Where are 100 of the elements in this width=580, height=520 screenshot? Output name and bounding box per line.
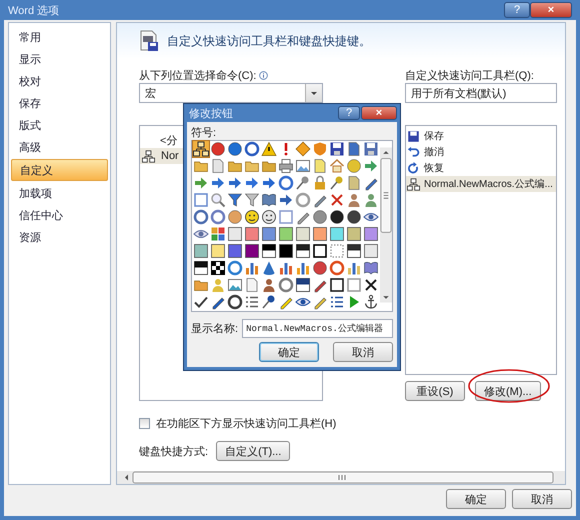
dialog-button[interactable]: 确定 bbox=[446, 489, 506, 509]
list-icon[interactable] bbox=[329, 294, 345, 310]
check-icon[interactable] bbox=[193, 294, 209, 310]
toolbar-button[interactable]: 修改(M)... bbox=[475, 381, 541, 401]
sidebar-item[interactable]: 资源 bbox=[11, 227, 108, 247]
printer-icon[interactable] bbox=[278, 158, 294, 174]
ring-icon[interactable] bbox=[193, 209, 209, 225]
anchor-icon[interactable] bbox=[363, 294, 379, 310]
circle-icon[interactable] bbox=[329, 209, 345, 225]
dotted-square-icon[interactable] bbox=[329, 243, 345, 259]
warning-icon[interactable] bbox=[261, 141, 277, 157]
command-dropdown[interactable]: 宏 bbox=[139, 83, 323, 103]
picture-icon[interactable] bbox=[295, 158, 311, 174]
bar-chart-icon[interactable] bbox=[244, 260, 260, 276]
toolbar-dropdown[interactable]: 用于所有文档(默认) bbox=[405, 83, 557, 103]
dialog-button[interactable]: 取消 bbox=[333, 342, 393, 362]
org-chart-icon[interactable] bbox=[193, 141, 209, 157]
sidebar-item[interactable]: 自定义 bbox=[11, 159, 108, 181]
swatch-icon[interactable] bbox=[244, 226, 260, 242]
person-icon[interactable] bbox=[261, 277, 277, 293]
swatch-icon[interactable] bbox=[210, 243, 226, 259]
pin-icon[interactable] bbox=[261, 294, 277, 310]
list-item[interactable]: 保存 bbox=[406, 128, 556, 144]
arrow-icon[interactable] bbox=[261, 175, 277, 191]
half-square-icon[interactable] bbox=[193, 260, 209, 276]
cone-icon[interactable] bbox=[261, 260, 277, 276]
document-icon[interactable] bbox=[346, 175, 362, 191]
display-name-field[interactable]: Normal.NewMacros.公式编辑器 bbox=[242, 319, 393, 338]
bar-chart-icon[interactable] bbox=[295, 260, 311, 276]
list-icon[interactable] bbox=[244, 294, 260, 310]
sidebar-item[interactable]: 信任中心 bbox=[11, 205, 108, 225]
lock-icon[interactable] bbox=[312, 175, 328, 191]
ring-icon[interactable] bbox=[227, 294, 243, 310]
pin-icon[interactable] bbox=[295, 175, 311, 191]
diamond-icon[interactable] bbox=[295, 141, 311, 157]
swatch-icon[interactable] bbox=[329, 226, 345, 242]
cross-icon[interactable] bbox=[363, 277, 379, 293]
swatch-icon[interactable] bbox=[295, 226, 311, 242]
list-item[interactable]: Normal.NewMacros.公式编... bbox=[406, 176, 556, 192]
list-item[interactable]: 恢复 bbox=[406, 160, 556, 176]
face-icon[interactable] bbox=[244, 209, 260, 225]
swatch-icon[interactable] bbox=[312, 226, 328, 242]
arrow-icon[interactable] bbox=[244, 175, 260, 191]
checker-icon[interactable] bbox=[210, 260, 226, 276]
sidebar-item[interactable]: 保存 bbox=[11, 93, 108, 113]
sidebar-item[interactable]: 加载项 bbox=[11, 183, 108, 203]
arrow-icon[interactable] bbox=[210, 175, 226, 191]
arrow-icon[interactable] bbox=[363, 158, 379, 174]
half-square-icon[interactable] bbox=[295, 277, 311, 293]
pin-icon[interactable] bbox=[329, 175, 345, 191]
frame-icon[interactable] bbox=[329, 277, 345, 293]
bar-chart-icon[interactable] bbox=[278, 260, 294, 276]
swatch-icon[interactable] bbox=[363, 243, 379, 259]
arrow-icon[interactable] bbox=[227, 175, 243, 191]
sidebar-item[interactable]: 显示 bbox=[11, 49, 108, 69]
circle-icon[interactable] bbox=[227, 141, 243, 157]
swatch-icon[interactable] bbox=[278, 226, 294, 242]
magnifier-icon[interactable] bbox=[210, 192, 226, 208]
checkbox[interactable] bbox=[139, 418, 150, 428]
ring-icon[interactable] bbox=[244, 141, 260, 157]
sidebar-item[interactable]: 常用 bbox=[11, 27, 108, 47]
half-square-icon[interactable] bbox=[261, 243, 277, 259]
half-square-icon[interactable] bbox=[346, 243, 362, 259]
swatch-icon[interactable] bbox=[278, 243, 294, 259]
document-icon[interactable] bbox=[346, 141, 362, 157]
frame-icon[interactable] bbox=[312, 243, 328, 259]
face-icon[interactable] bbox=[261, 209, 277, 225]
circle-icon[interactable] bbox=[312, 260, 328, 276]
swatch-icon[interactable] bbox=[227, 243, 243, 259]
circle-icon[interactable] bbox=[346, 209, 362, 225]
field-label: 键盘快捷方式: bbox=[139, 444, 208, 458]
toolbar-button[interactable]: 重设(S) bbox=[405, 381, 465, 401]
bar-chart-icon[interactable] bbox=[346, 260, 362, 276]
arrow-icon[interactable] bbox=[193, 175, 209, 191]
circle-icon[interactable] bbox=[210, 141, 226, 157]
swatch-icon[interactable] bbox=[244, 243, 260, 259]
picture-icon[interactable] bbox=[227, 277, 243, 293]
book-icon[interactable] bbox=[261, 192, 277, 208]
sidebar-item[interactable]: 高级 bbox=[11, 137, 108, 157]
swatch-icon[interactable] bbox=[227, 226, 243, 242]
funnel-icon[interactable] bbox=[227, 192, 243, 208]
checkbox-label: 在功能区下方显示快速访问工具栏(H) bbox=[156, 416, 336, 430]
swatch-icon[interactable] bbox=[261, 226, 277, 242]
arrow-icon[interactable] bbox=[278, 192, 294, 208]
book-icon[interactable] bbox=[363, 260, 379, 276]
swatch-icon[interactable] bbox=[363, 226, 379, 242]
dialog-button[interactable]: 取消 bbox=[512, 489, 572, 509]
dialog-button[interactable]: 确定 bbox=[259, 342, 319, 362]
swatch-icon[interactable] bbox=[346, 226, 362, 242]
funnel-icon[interactable] bbox=[244, 192, 260, 208]
customize-button[interactable]: 自定义(T)... bbox=[216, 441, 290, 461]
swatch-icon[interactable] bbox=[193, 243, 209, 259]
ring-icon[interactable] bbox=[278, 175, 294, 191]
sidebar-item[interactable]: 校对 bbox=[11, 71, 108, 91]
tiles-icon[interactable] bbox=[210, 226, 226, 242]
document-icon[interactable] bbox=[312, 158, 328, 174]
list-item[interactable]: 撤消 bbox=[406, 144, 556, 160]
horizontal-scrollbar[interactable] bbox=[117, 471, 565, 484]
sidebar-item[interactable]: 版式 bbox=[11, 115, 108, 135]
half-square-icon[interactable] bbox=[295, 243, 311, 259]
